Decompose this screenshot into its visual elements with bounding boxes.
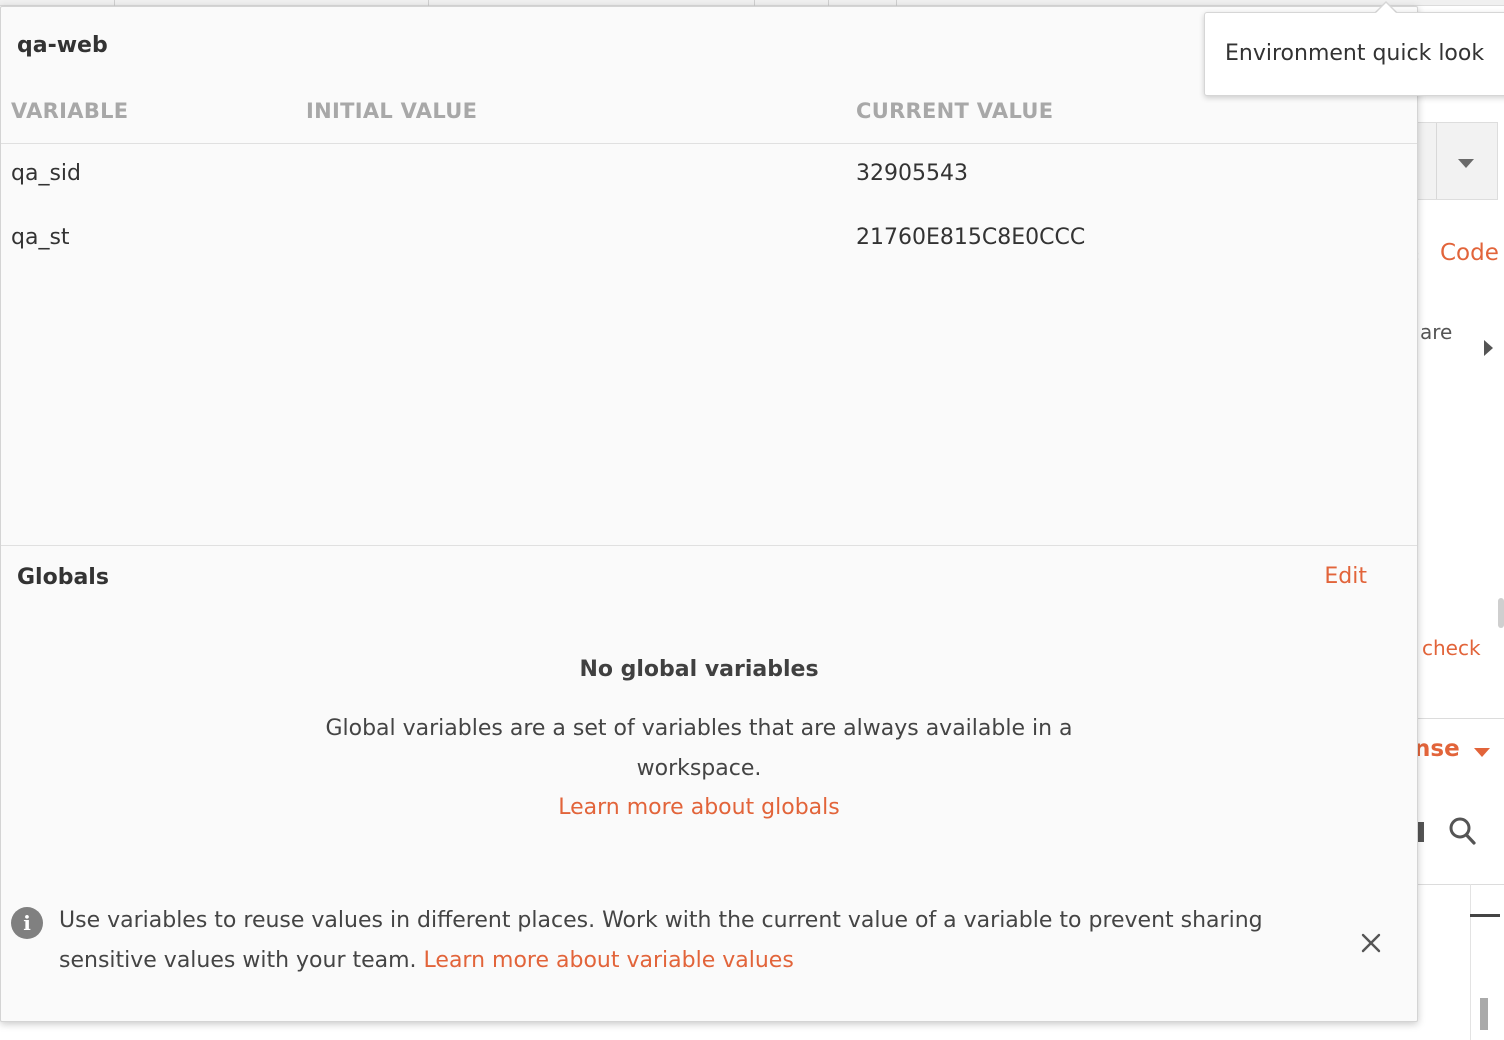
variable-current-value: 21760E815C8E0CCC — [856, 225, 1086, 250]
learn-more-variable-values-link[interactable]: Learn more about variable values — [424, 948, 794, 973]
variable-current-value: 32905543 — [856, 161, 968, 186]
dash-mark — [1470, 914, 1500, 917]
variable-name: qa_sid — [11, 161, 81, 186]
tooltip-text: Environment quick look — [1225, 41, 1485, 66]
tooltip-arrow-inner — [1375, 3, 1397, 14]
info-message: Use variables to reuse values in differe… — [59, 901, 1299, 981]
learn-more-globals-link[interactable]: Learn more about globals — [1, 795, 1397, 820]
scrollbar-thumb[interactable] — [1498, 598, 1504, 628]
divider — [1470, 884, 1471, 1040]
divider — [1418, 718, 1504, 719]
header-divider — [1, 143, 1417, 144]
tooltip: Environment quick look — [1204, 12, 1504, 96]
globals-edit-link[interactable]: Edit — [1324, 564, 1367, 589]
info-icon: i — [11, 907, 43, 939]
search-icon[interactable] — [1448, 816, 1476, 846]
caret-down-icon[interactable] — [1474, 748, 1490, 757]
info-banner: i Use variables to reuse values in diffe… — [1, 891, 1417, 991]
column-header-initial-value: INITIAL VALUE — [306, 99, 478, 123]
section-divider — [1, 545, 1417, 546]
caret-right-icon[interactable] — [1484, 340, 1493, 356]
close-icon[interactable] — [1357, 929, 1385, 957]
divider — [1418, 884, 1504, 885]
response-dropdown-label[interactable]: nse — [1414, 736, 1460, 762]
column-header-current-value: CURRENT VALUE — [856, 99, 1054, 123]
empty-state-description: Global variables are a set of variables … — [325, 716, 1073, 781]
column-header-variable: VARIABLE — [11, 99, 129, 123]
code-link[interactable]: Code — [1440, 240, 1499, 266]
check-link[interactable]: check — [1422, 636, 1481, 660]
globals-title: Globals — [17, 565, 109, 590]
scrollbar-thumb[interactable] — [1480, 998, 1488, 1030]
variable-row: qa_sid 32905543 — [1, 159, 1417, 223]
caret-down-icon[interactable] — [1458, 159, 1474, 168]
environment-name: qa-web — [17, 33, 108, 58]
partial-text: are — [1420, 320, 1453, 344]
environment-select[interactable] — [1418, 122, 1498, 200]
environment-quick-look-panel: qa-web VARIABLE INITIAL VALUE CURRENT VA… — [0, 6, 1418, 1022]
variable-row: qa_st 21760E815C8E0CCC — [1, 223, 1417, 287]
variable-name: qa_st — [11, 225, 70, 250]
empty-state-title: No global variables — [579, 657, 819, 682]
select-divider — [1436, 123, 1437, 199]
